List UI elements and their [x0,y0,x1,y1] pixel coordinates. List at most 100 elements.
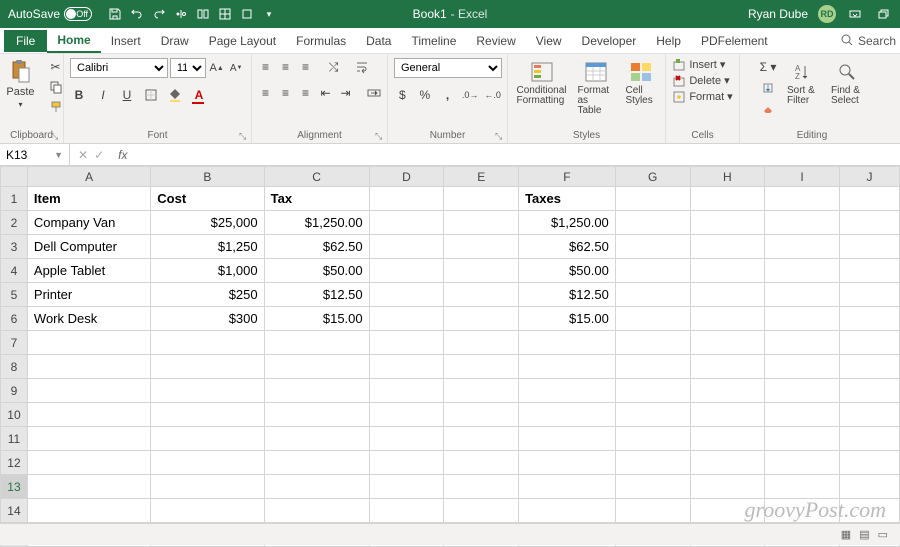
cell-J2[interactable] [839,211,899,235]
align-left-icon[interactable]: ≡ [257,84,275,102]
align-right-icon[interactable]: ≡ [297,84,315,102]
conditional-formatting-button[interactable]: Conditional Formatting [514,58,570,108]
percent-icon[interactable]: % [417,86,434,104]
cell-B14[interactable] [151,499,264,523]
cell-I3[interactable] [765,235,840,259]
cell-J7[interactable] [839,331,899,355]
cell-G6[interactable] [615,307,690,331]
row-header-9[interactable]: 9 [1,379,28,403]
cell-C7[interactable] [264,331,369,355]
tab-draw[interactable]: Draw [151,30,199,52]
col-header-E[interactable]: E [444,167,519,187]
cell-D11[interactable] [369,427,444,451]
view-normal-icon[interactable]: ▦ [837,528,855,541]
cell-H13[interactable] [690,475,765,499]
font-color-icon[interactable]: A [190,86,208,104]
tab-help[interactable]: Help [646,30,691,52]
cell-A11[interactable] [27,427,150,451]
cell-G8[interactable] [615,355,690,379]
cell-A4[interactable]: Apple Tablet [27,259,150,283]
font-name-select[interactable]: Calibri [70,58,168,78]
cell-B6[interactable]: $300 [151,307,264,331]
cell-A12[interactable] [27,451,150,475]
cell-H7[interactable] [690,331,765,355]
cell-D9[interactable] [369,379,444,403]
format-table-button[interactable]: Format as Table [574,58,618,118]
cell-C8[interactable] [264,355,369,379]
col-header-F[interactable]: F [519,167,616,187]
cell-I10[interactable] [765,403,840,427]
cell-C9[interactable] [264,379,369,403]
view-break-icon[interactable]: ▭ [874,528,892,541]
tab-home[interactable]: Home [47,29,100,53]
fill-icon[interactable] [757,79,779,97]
row-header-1[interactable]: 1 [1,187,28,211]
find-select-button[interactable]: Find & Select [827,58,867,108]
cell-E5[interactable] [444,283,519,307]
cell-G4[interactable] [615,259,690,283]
cell-A1[interactable]: Item [27,187,150,211]
border-icon[interactable] [142,86,160,104]
view-page-icon[interactable]: ▤ [855,528,873,541]
qat-icon-2[interactable] [194,5,212,23]
cell-B4[interactable]: $1,000 [151,259,264,283]
cancel-formula-icon[interactable]: ✕ [78,148,88,162]
cell-D3[interactable] [369,235,444,259]
cell-G1[interactable] [615,187,690,211]
cell-F1[interactable]: Taxes [519,187,616,211]
select-all[interactable] [1,167,28,187]
cell-C13[interactable] [264,475,369,499]
cell-B9[interactable] [151,379,264,403]
cell-F10[interactable] [519,403,616,427]
cell-H5[interactable] [690,283,765,307]
cell-G5[interactable] [615,283,690,307]
save-icon[interactable] [106,5,124,23]
cell-D7[interactable] [369,331,444,355]
qat-icon-4[interactable] [238,5,256,23]
cell-G3[interactable] [615,235,690,259]
cell-B10[interactable] [151,403,264,427]
cell-D2[interactable] [369,211,444,235]
cell-C10[interactable] [264,403,369,427]
row-header-14[interactable]: 14 [1,499,28,523]
cell-E4[interactable] [444,259,519,283]
cell-J12[interactable] [839,451,899,475]
col-header-D[interactable]: D [369,167,444,187]
row-header-7[interactable]: 7 [1,331,28,355]
tab-timeline[interactable]: Timeline [401,30,466,52]
cell-E10[interactable] [444,403,519,427]
font-size-select[interactable]: 11 [170,58,206,78]
insert-cells-button[interactable]: Insert ▾ [672,58,732,71]
cell-C3[interactable]: $62.50 [264,235,369,259]
qat-more-icon[interactable]: ▾ [260,5,278,23]
cell-H11[interactable] [690,427,765,451]
cell-I9[interactable] [765,379,840,403]
search-box[interactable]: Search [841,34,896,48]
cell-D12[interactable] [369,451,444,475]
cell-H6[interactable] [690,307,765,331]
tab-insert[interactable]: Insert [101,30,151,52]
cell-G11[interactable] [615,427,690,451]
sort-filter-button[interactable]: AZ Sort & Filter [783,58,823,108]
cell-I13[interactable] [765,475,840,499]
cell-H4[interactable] [690,259,765,283]
increase-font-icon[interactable]: A▲ [208,59,226,77]
cell-G9[interactable] [615,379,690,403]
cell-C6[interactable]: $15.00 [264,307,369,331]
delete-cells-button[interactable]: Delete ▾ [672,74,732,87]
row-header-3[interactable]: 3 [1,235,28,259]
align-center-icon[interactable]: ≡ [277,84,295,102]
tab-page-layout[interactable]: Page Layout [199,30,286,52]
name-box[interactable]: K13 ▼ [0,144,70,165]
cell-D14[interactable] [369,499,444,523]
underline-button[interactable]: U [118,86,136,104]
fill-color-icon[interactable] [166,86,184,104]
cell-C14[interactable] [264,499,369,523]
row-header-8[interactable]: 8 [1,355,28,379]
format-cells-button[interactable]: Format ▾ [672,90,732,103]
cell-A2[interactable]: Company Van [27,211,150,235]
clipboard-launcher-icon[interactable]: ⤡ [51,131,61,141]
cell-A3[interactable]: Dell Computer [27,235,150,259]
cell-G7[interactable] [615,331,690,355]
autosave-switch[interactable]: Off [64,7,92,21]
